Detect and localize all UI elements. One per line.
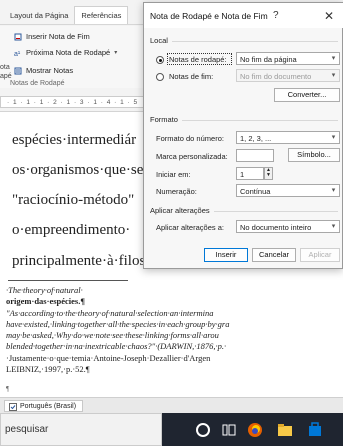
language-label: Português (Brasil): [20, 403, 77, 410]
footnotes-radio[interactable]: [156, 56, 164, 64]
footnote-3-cont: LEIBNIZ,·1997,·p.·52.¶: [6, 364, 90, 374]
apply-button[interactable]: Aplicar: [300, 248, 340, 262]
convert-button[interactable]: Converter...: [274, 88, 340, 102]
next-footnote-label: Próxima Nota de Rodapé: [26, 48, 111, 57]
proofing-icon: [9, 402, 17, 411]
insert-endnote-label: Inserir Nota de Fim: [26, 32, 90, 41]
chevron-down-icon[interactable]: ▾: [114, 49, 117, 56]
show-notes-icon: [14, 67, 22, 74]
dialog-title: Nota de Rodapé e Nota de Fim: [144, 3, 343, 28]
side-label: ota: [0, 64, 10, 71]
side-label: apé: [0, 73, 12, 80]
divider: [182, 120, 338, 121]
apply-to-select[interactable]: No documento inteiro ▾: [236, 220, 340, 233]
location-section-label: Local: [150, 36, 168, 45]
number-format-label: Formato do número:: [156, 134, 224, 143]
show-notes-label: Mostrar Notas: [26, 66, 74, 75]
endnotes-radio[interactable]: [156, 73, 164, 81]
cortana-icon[interactable]: [194, 421, 212, 439]
start-at-input[interactable]: 1: [236, 167, 264, 180]
footnotes-radio-label[interactable]: Notas de rodapé:: [169, 55, 227, 64]
footnote-3: ·Justamente·o·que·temia·Antoine-Joseph·D…: [6, 353, 211, 363]
custom-mark-label: Marca personalizada:: [156, 152, 228, 161]
chevron-down-icon: ▾: [331, 55, 336, 62]
chevron-down-icon: ▾: [331, 187, 336, 194]
task-view-icon[interactable]: [220, 421, 238, 439]
footnotes-group: ota apé Inserir Nota de Fim a¹ Próxima N…: [0, 26, 145, 88]
divider: [172, 41, 338, 42]
file-explorer-icon[interactable]: [276, 421, 294, 439]
status-bar: Português (Brasil): [0, 397, 343, 413]
close-icon[interactable]: ✕: [324, 9, 334, 23]
insert-endnote-button[interactable]: Inserir Nota de Fim: [14, 32, 90, 41]
endnote-icon: [14, 33, 22, 40]
chevron-down-icon: ▾: [331, 72, 336, 79]
help-icon[interactable]: ?: [273, 10, 279, 21]
next-footnote-button[interactable]: a¹ Próxima Nota de Rodapé ▾: [14, 48, 117, 57]
footnote-1-cont: origem·das·espécies.¶: [6, 296, 85, 306]
format-section-label: Formato: [150, 115, 178, 124]
footnote-endnote-dialog: Nota de Rodapé e Nota de Fim ? ✕ Local N…: [143, 2, 343, 269]
body-line: espécies·intermediár: [12, 132, 137, 148]
store-icon[interactable]: [306, 421, 324, 439]
chevron-down-icon: ▾: [331, 223, 336, 230]
svg-text:a¹: a¹: [14, 51, 21, 57]
footnote-2: "As·according·to·the·theory·of·natural·s…: [6, 308, 214, 318]
group-name: Notas de Rodapé: [10, 80, 65, 87]
body-line: "raciocínio-método": [12, 192, 135, 208]
cancel-button[interactable]: Cancelar: [252, 248, 296, 262]
footnote-separator: [8, 280, 128, 281]
taskbar: pesquisar: [0, 413, 343, 446]
custom-mark-input[interactable]: [236, 149, 274, 162]
apply-section-label: Aplicar alterações: [150, 206, 210, 215]
numbering-label: Numeração:: [156, 187, 197, 196]
start-at-stepper[interactable]: ▲ ▼: [264, 167, 273, 180]
footnote-2-cont: have·existed,·linking·together·all·the·s…: [6, 319, 230, 329]
language-indicator[interactable]: Português (Brasil): [4, 400, 84, 412]
horizontal-ruler[interactable]: · 1 · 1 · 1 · 2 · 1 · 3 · 1 · 4 · 1 · 5: [0, 96, 150, 108]
insert-button[interactable]: Inserir: [204, 248, 248, 262]
number-format-select[interactable]: 1, 2, 3, ... ▾: [236, 131, 340, 144]
tab-layout[interactable]: Layout da Página: [4, 7, 74, 24]
endnote-location-select[interactable]: No fim do documento ▾: [236, 69, 340, 82]
body-line: os·organismos·que·ser: [12, 162, 149, 178]
divider: [214, 211, 338, 212]
apply-to-label: Aplicar alterações a:: [156, 223, 224, 232]
numbering-select[interactable]: Contínua ▾: [236, 184, 340, 197]
body-line: o·empreendimento·: [12, 222, 131, 238]
show-notes-button[interactable]: Mostrar Notas: [14, 66, 73, 75]
paragraph-mark: ¶: [6, 385, 10, 393]
taskbar-search[interactable]: pesquisar: [0, 413, 162, 446]
chevron-down-icon: ▾: [331, 134, 336, 141]
footnote-2-cont: blended·together·in·na·inextricable·chao…: [6, 341, 227, 351]
footnote-2-cont: may·be·asked,·Why·do·we·note·see·these·l…: [6, 330, 219, 340]
symbol-button[interactable]: Símbolo...: [288, 148, 340, 162]
firefox-icon[interactable]: [246, 421, 264, 439]
footnote-location-select[interactable]: No fim da página ▾: [236, 52, 340, 65]
search-placeholder: pesquisar: [5, 424, 49, 435]
endnotes-radio-label[interactable]: Notas de fim:: [169, 72, 213, 81]
start-at-label: Iniciar em:: [156, 170, 191, 179]
tab-references[interactable]: Referências: [74, 6, 129, 24]
body-line: principalmente·à·filos: [12, 253, 146, 269]
footnote-1: ·The·theory·of·natural·: [6, 285, 83, 295]
next-footnote-icon: a¹: [14, 51, 21, 57]
